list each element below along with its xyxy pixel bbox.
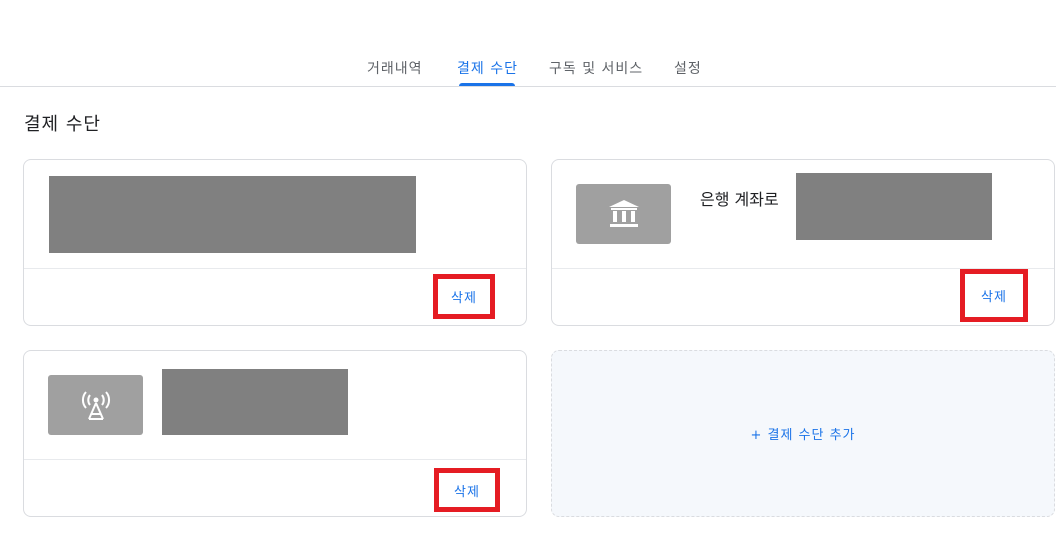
redacted-account-details — [796, 173, 992, 240]
payment-method-card-carrier: 삭제 — [23, 350, 527, 517]
carrier-icon-tile — [48, 375, 143, 435]
tab-bar: 거래내역 결제 수단 구독 및 서비스 설정 — [0, 0, 1056, 87]
tower-icon — [81, 391, 110, 420]
card-divider — [24, 268, 526, 269]
payments-page: 거래내역 결제 수단 구독 및 서비스 설정 결제 수단 삭제 은행 계좌로 삭… — [0, 0, 1056, 534]
delete-button[interactable]: 삭제 — [433, 274, 495, 319]
tab-subscriptions[interactable]: 구독 및 서비스 — [549, 58, 643, 78]
add-payment-method-card[interactable]: + 결제 수단 추가 — [551, 350, 1055, 517]
redacted-card-details — [49, 176, 416, 253]
add-payment-method-label[interactable]: + 결제 수단 추가 — [750, 424, 855, 443]
card-divider — [24, 459, 526, 460]
delete-button[interactable]: 삭제 — [434, 468, 500, 512]
delete-button[interactable]: 삭제 — [960, 269, 1028, 322]
tab-settings[interactable]: 설정 — [674, 58, 702, 78]
active-tab-indicator — [459, 83, 515, 86]
tab-transactions[interactable]: 거래내역 — [367, 58, 423, 78]
bank-icon — [608, 200, 639, 227]
bank-icon-tile — [576, 184, 671, 244]
bank-account-label: 은행 계좌로 — [700, 190, 779, 209]
payment-method-card: 삭제 — [23, 159, 527, 326]
tab-payment-methods[interactable]: 결제 수단 — [457, 58, 518, 78]
payment-method-card-bank: 은행 계좌로 삭제 — [551, 159, 1055, 326]
redacted-carrier-details — [162, 369, 348, 435]
page-title: 결제 수단 — [24, 114, 101, 135]
